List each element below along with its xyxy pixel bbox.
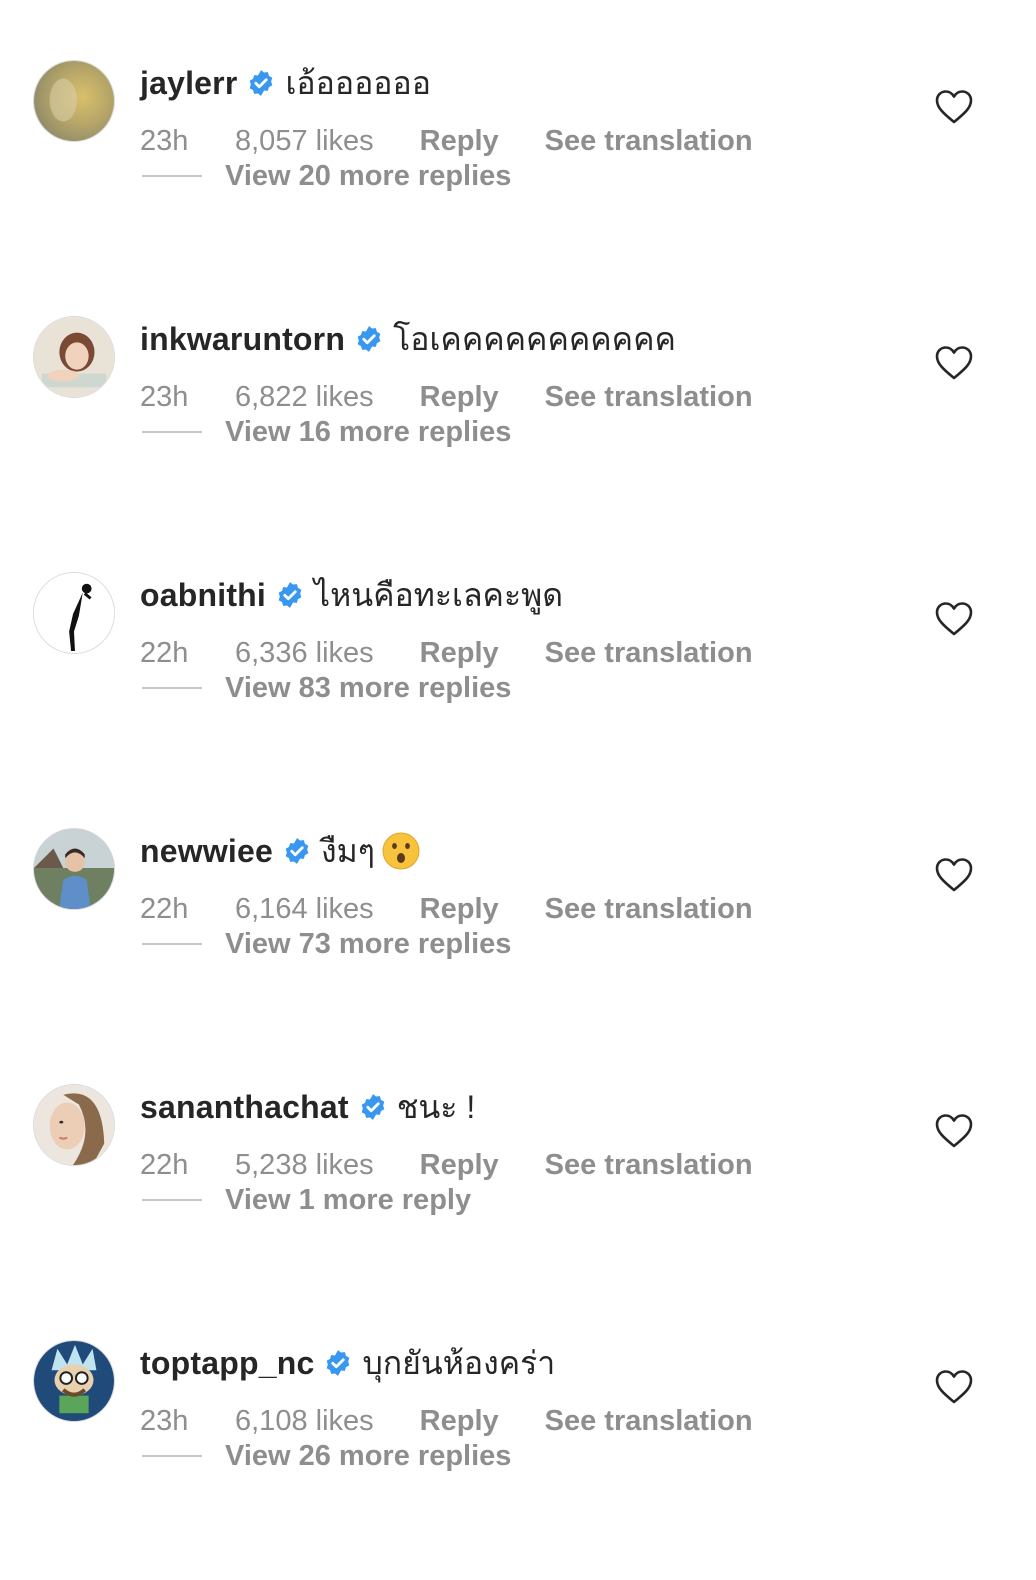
comment-header: inkwaruntorn โอเคคคคคคคคคคค [140,316,676,362]
view-more-replies[interactable]: View 16 more replies [142,412,511,452]
likes-count[interactable]: 6,164 likes [235,893,374,926]
comment-header: sananthachat ชนะ ! [140,1084,475,1130]
username[interactable]: newwiee [140,833,273,870]
comment-meta: 22h 6,336 likes Reply See translation [140,633,753,673]
view-more-replies[interactable]: View 83 more replies [142,668,511,708]
comment-text: บุกยันห้องคร่า [362,1344,556,1381]
heart-icon[interactable] [934,344,974,382]
see-translation-button[interactable]: See translation [545,1405,753,1438]
comment-header: toptapp_nc บุกยันห้องคร่า [140,1340,555,1386]
timestamp[interactable]: 23h [140,381,235,414]
comment-text: ชนะ ! [396,1088,476,1125]
comment-text: ไหนคือทะเลคะพูด [314,576,564,613]
view-replies-label[interactable]: View 83 more replies [225,672,511,705]
likes-count[interactable]: 6,822 likes [235,381,374,414]
replies-divider [142,175,202,177]
timestamp[interactable]: 23h [140,125,235,158]
replies-divider [142,1199,202,1201]
verified-badge-icon [250,70,273,96]
username[interactable]: sananthachat [140,1089,349,1126]
likes-count[interactable]: 6,108 likes [235,1405,374,1438]
verified-badge-icon [357,326,381,352]
heart-icon[interactable] [934,1112,974,1150]
comment-text: เอ้ออออออ [285,64,431,101]
heart-icon[interactable] [934,856,974,894]
heart-icon[interactable] [934,1368,974,1406]
view-more-replies[interactable]: View 73 more replies [142,924,511,964]
comment-meta: 23h 6,822 likes Reply See translation [140,377,753,417]
username[interactable]: oabnithi [140,577,266,614]
reply-button[interactable]: Reply [420,1149,499,1182]
heart-icon[interactable] [934,600,974,638]
see-translation-button[interactable]: See translation [545,1149,753,1182]
avatar[interactable] [33,60,115,142]
avatar[interactable] [33,316,115,398]
username[interactable]: jaylerr [140,65,237,102]
view-replies-label[interactable]: View 16 more replies [225,416,511,449]
view-replies-label[interactable]: View 1 more reply [225,1184,471,1217]
avatar[interactable] [33,1084,115,1166]
view-replies-label[interactable]: View 26 more replies [225,1440,511,1473]
comment-item: newwiee งืมๆ 22h 6,164 likes Reply See t… [0,768,1036,1024]
heart-icon[interactable] [934,88,974,126]
replies-divider [142,943,202,945]
comment-item: toptapp_nc บุกยันห้องคร่า 23h 6,108 like… [0,1280,1036,1536]
comment-meta: 23h 6,108 likes Reply See translation [140,1401,753,1441]
replies-divider [142,1455,202,1457]
view-more-replies[interactable]: View 20 more replies [142,156,511,196]
username[interactable]: toptapp_nc [140,1345,314,1382]
reply-button[interactable]: Reply [420,381,499,414]
comment-meta: 22h 5,238 likes Reply See translation [140,1145,753,1185]
see-translation-button[interactable]: See translation [545,125,753,158]
hushed-face-emoji [382,832,420,870]
verified-badge-icon [327,1350,350,1376]
see-translation-button[interactable]: See translation [545,893,753,926]
view-replies-label[interactable]: View 73 more replies [225,928,511,961]
likes-count[interactable]: 5,238 likes [235,1149,374,1182]
verified-badge-icon [285,838,309,864]
see-translation-button[interactable]: See translation [545,381,753,414]
view-replies-label[interactable]: View 20 more replies [225,160,511,193]
comment-meta: 22h 6,164 likes Reply See translation [140,889,753,929]
comment-header: jaylerr เอ้ออออออ [140,60,431,106]
comment-meta: 23h 8,057 likes Reply See translation [140,121,753,161]
comment-text: งืมๆ [321,832,375,869]
reply-button[interactable]: Reply [420,1405,499,1438]
reply-button[interactable]: Reply [420,893,499,926]
timestamp[interactable]: 22h [140,1149,235,1182]
timestamp[interactable]: 22h [140,637,235,670]
comment-item: sananthachat ชนะ ! 22h 5,238 likes Reply… [0,1024,1036,1280]
see-translation-button[interactable]: See translation [545,637,753,670]
reply-button[interactable]: Reply [420,125,499,158]
comment-item: inkwaruntorn โอเคคคคคคคคคคค 23h 6,822 li… [0,256,1036,512]
avatar[interactable] [33,1340,115,1422]
comment-text: โอเคคคคคคคคคคค [393,320,676,357]
avatar[interactable] [33,828,115,910]
view-more-replies[interactable]: View 26 more replies [142,1436,511,1476]
comment-item: jaylerr เอ้ออออออ 23h 8,057 likes Reply … [0,0,1036,256]
avatar[interactable] [33,572,115,654]
replies-divider [142,431,202,433]
verified-badge-icon [278,582,302,608]
view-more-replies[interactable]: View 1 more reply [142,1180,471,1220]
likes-count[interactable]: 8,057 likes [235,125,374,158]
likes-count[interactable]: 6,336 likes [235,637,374,670]
username[interactable]: inkwaruntorn [140,321,345,358]
comment-header: newwiee งืมๆ [140,828,421,874]
verified-badge-icon [361,1094,385,1120]
comment-item: oabnithi ไหนคือทะเลคะพูด 22h 6,336 likes… [0,512,1036,768]
reply-button[interactable]: Reply [420,637,499,670]
timestamp[interactable]: 23h [140,1405,235,1438]
timestamp[interactable]: 22h [140,893,235,926]
comment-header: oabnithi ไหนคือทะเลคะพูด [140,572,563,618]
replies-divider [142,687,202,689]
